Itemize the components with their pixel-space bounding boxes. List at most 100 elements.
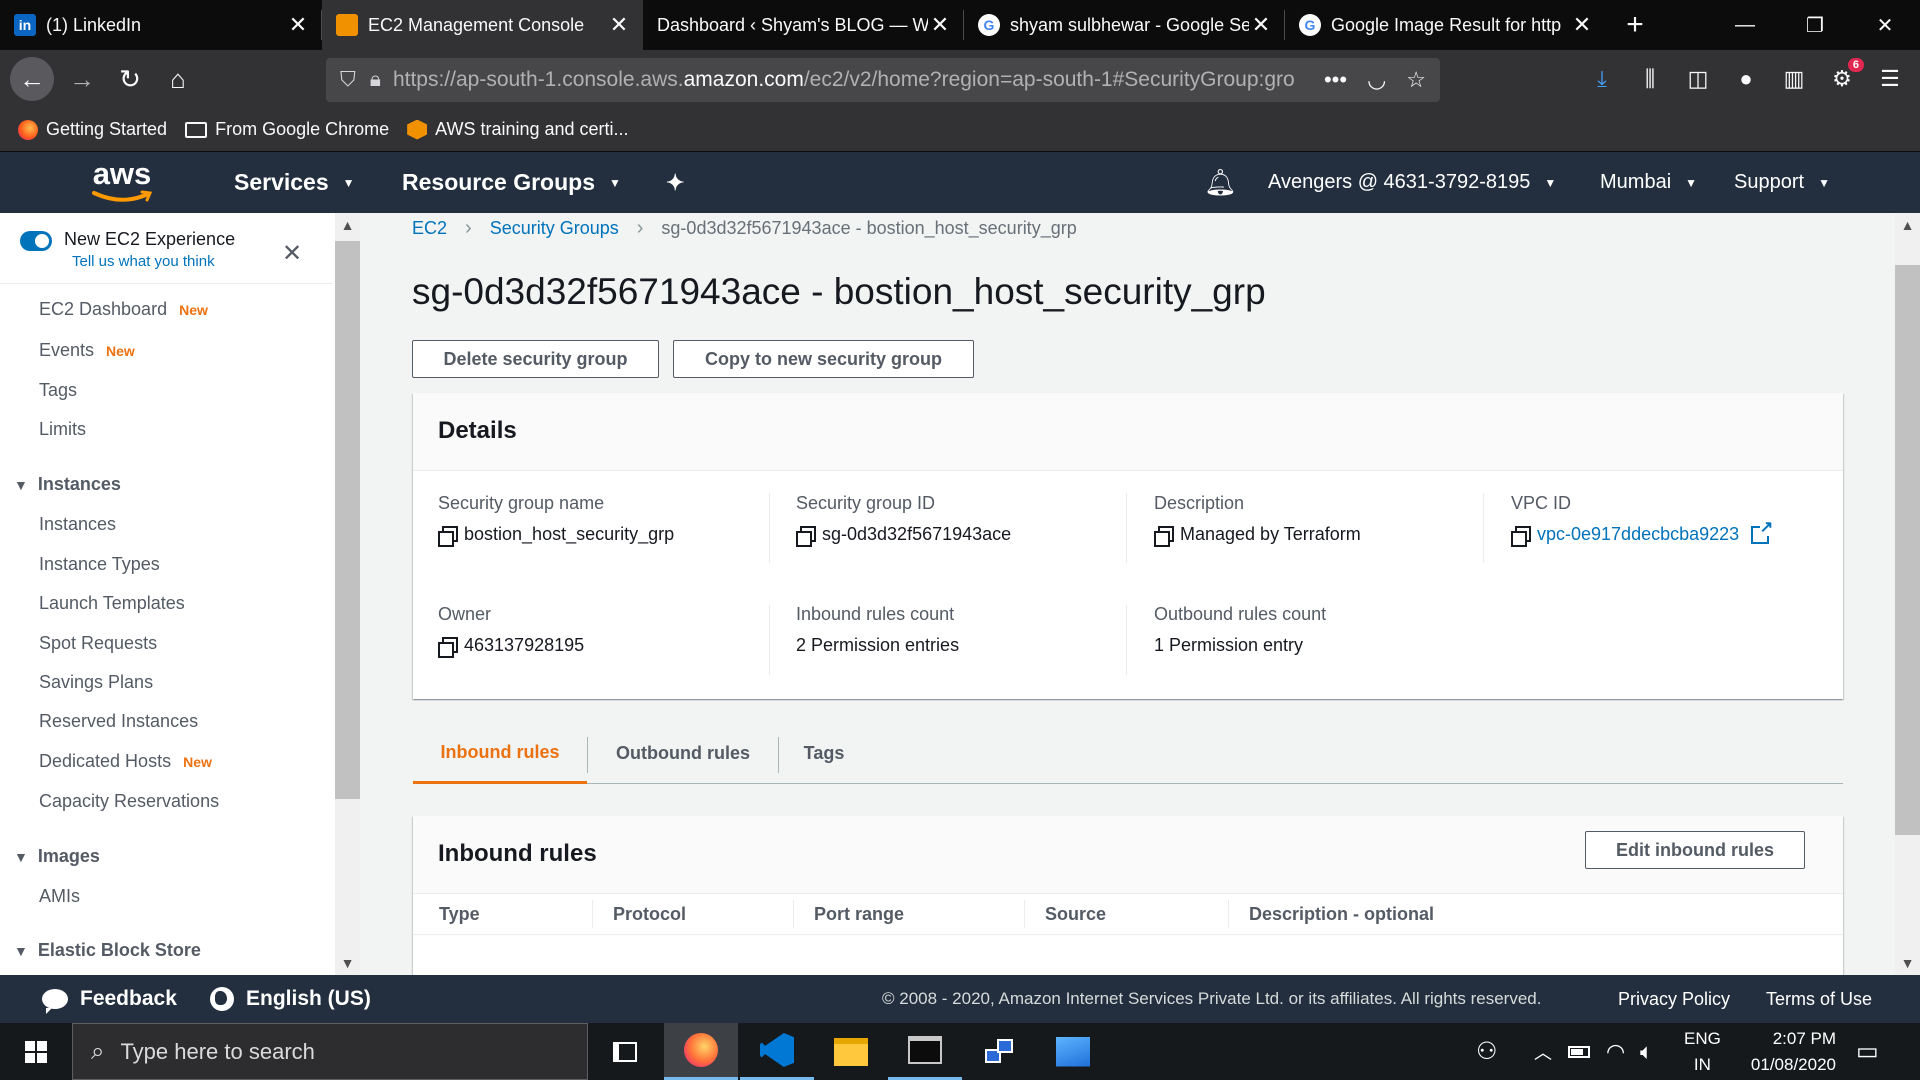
sidebar-section-images[interactable]: ▼ Images	[14, 846, 100, 867]
url-bar[interactable]: ⛉ 🔒︎ https://ap-south-1.console.aws.amaz…	[326, 58, 1440, 102]
people-icon[interactable]: ⚇	[1476, 1023, 1498, 1080]
copy-security-group-button[interactable]: Copy to new security group	[673, 340, 974, 378]
sidebar-item-events[interactable]: Events New	[39, 340, 135, 361]
extension-badge-icon[interactable]: ⚙ 6	[1818, 58, 1866, 92]
close-icon[interactable]: ✕	[286, 12, 310, 37]
browser-tab[interactable]: in (1) LinkedIn ✕	[0, 0, 322, 50]
sidebar-item-dedicated-hosts[interactable]: Dedicated Hosts New	[39, 751, 212, 772]
sidebar-section-instances[interactable]: ▼ Instances	[14, 474, 121, 495]
library-icon[interactable]: ⫼	[1626, 66, 1674, 92]
aws-logo[interactable]: aws	[90, 158, 154, 206]
bookmark-getting-started[interactable]: Getting Started	[18, 119, 167, 140]
terminal-taskbar-icon[interactable]	[888, 1023, 962, 1080]
edit-inbound-rules-button[interactable]: Edit inbound rules	[1585, 831, 1805, 869]
reload-icon[interactable]: ↻	[110, 59, 150, 99]
start-button[interactable]	[0, 1023, 72, 1080]
new-tab-button[interactable]: +	[1606, 0, 1664, 50]
close-icon[interactable]: ✕	[1249, 12, 1273, 37]
language-selector[interactable]: English (US)	[210, 987, 371, 1011]
network-app-taskbar-icon[interactable]	[962, 1023, 1036, 1080]
battery-icon[interactable]	[1568, 1023, 1590, 1080]
sidebar-item-spot-requests[interactable]: Spot Requests	[39, 633, 157, 654]
sidebar-item-capacity-reservations[interactable]: Capacity Reservations	[39, 791, 219, 812]
delete-security-group-button[interactable]: Delete security group	[412, 340, 659, 378]
account-icon[interactable]: ●	[1722, 66, 1770, 92]
copy-icon[interactable]	[1511, 525, 1531, 547]
bookmark-from-google-chrome[interactable]: From Google Chrome	[185, 119, 389, 140]
bell-icon[interactable]: 🔔︎	[1204, 152, 1237, 213]
scroll-down-icon[interactable]: ▼	[1895, 955, 1920, 971]
shield-icon[interactable]: ⛉	[340, 68, 356, 92]
page-actions-icon[interactable]: •••	[1324, 67, 1347, 93]
tab-inbound-rules[interactable]: Inbound rules	[413, 723, 587, 784]
sidebar-item-instances[interactable]: Instances	[39, 514, 116, 535]
column-header-port-range[interactable]: Port range	[814, 904, 904, 925]
scroll-down-icon[interactable]: ▼	[335, 955, 360, 971]
photos-taskbar-icon[interactable]	[1036, 1023, 1110, 1080]
browser-tab-active[interactable]: EC2 Management Console ✕	[322, 0, 643, 50]
menu-icon[interactable]: ☰	[1866, 66, 1914, 92]
close-icon[interactable]: ✕	[282, 239, 302, 268]
copy-icon[interactable]	[796, 525, 816, 547]
home-icon[interactable]: ⌂	[158, 59, 198, 99]
external-link-icon[interactable]	[1751, 519, 1774, 544]
terms-of-use-link[interactable]: Terms of Use	[1766, 989, 1872, 1010]
chevron-up-icon[interactable]: ︿	[1534, 1023, 1552, 1080]
column-header-type[interactable]: Type	[439, 904, 480, 925]
sidebar-item-ec2-dashboard[interactable]: EC2 Dashboard New	[39, 299, 208, 320]
back-arrow-icon[interactable]: ←	[10, 57, 54, 101]
region-menu[interactable]: Mumbai ▼	[1600, 152, 1697, 213]
url-text[interactable]: https://ap-south-1.console.aws.amazon.co…	[393, 68, 1310, 92]
sidebar-item-tags[interactable]: Tags	[39, 380, 77, 401]
input-language[interactable]: ENG IN	[1684, 1023, 1721, 1080]
browser-tab[interactable]: Dashboard ‹ Shyam's BLOG — W ✕	[643, 0, 964, 50]
bookmark-aws-training[interactable]: AWS training and certi...	[407, 119, 629, 140]
sidebar-item-limits[interactable]: Limits	[39, 419, 86, 440]
copy-icon[interactable]	[438, 636, 458, 658]
close-icon[interactable]: ✕	[928, 12, 952, 37]
taskbar-search[interactable]: ⌕ Type here to search	[72, 1023, 588, 1080]
bookmark-star-icon[interactable]: ☆	[1406, 67, 1426, 93]
file-explorer-taskbar-icon[interactable]	[814, 1023, 888, 1080]
account-menu[interactable]: Avengers @ 4631-3792-8195 ▼	[1268, 152, 1556, 213]
extension-icon[interactable]: ▥	[1770, 66, 1818, 92]
pocket-icon[interactable]: ◡	[1367, 67, 1386, 93]
wifi-icon[interactable]: ◠	[1606, 1023, 1625, 1080]
minimize-icon[interactable]: —	[1710, 0, 1780, 50]
column-header-source[interactable]: Source	[1045, 904, 1106, 925]
privacy-policy-link[interactable]: Privacy Policy	[1618, 989, 1730, 1010]
main-scrollbar[interactable]: ▲ ▼	[1895, 213, 1920, 975]
copy-icon[interactable]	[438, 525, 458, 547]
volume-icon[interactable]: 🔈︎	[1640, 1023, 1653, 1080]
sidebar-section-ebs[interactable]: ▼ Elastic Block Store	[14, 940, 201, 961]
support-menu[interactable]: Support ▼	[1734, 152, 1830, 213]
lock-icon[interactable]: 🔒︎	[370, 68, 381, 92]
copy-icon[interactable]	[1154, 525, 1174, 547]
feedback-button[interactable]: Feedback	[42, 987, 177, 1014]
column-header-description[interactable]: Description - optional	[1249, 904, 1434, 925]
sidebar-toggle-icon[interactable]: ◫	[1674, 66, 1722, 92]
sidebar-item-instance-types[interactable]: Instance Types	[39, 554, 160, 575]
scroll-thumb[interactable]	[335, 241, 360, 799]
sidebar-item-reserved-instances[interactable]: Reserved Instances	[39, 711, 198, 732]
vscode-taskbar-icon[interactable]	[740, 1023, 814, 1080]
sidebar-item-launch-templates[interactable]: Launch Templates	[39, 593, 185, 614]
clock[interactable]: 2:07 PM 01/08/2020	[1736, 1023, 1836, 1080]
tab-outbound-rules[interactable]: Outbound rules	[588, 723, 778, 783]
sidebar-item-savings-plans[interactable]: Savings Plans	[39, 672, 153, 693]
notification-center-icon[interactable]: ▭	[1856, 1023, 1879, 1080]
column-header-protocol[interactable]: Protocol	[613, 904, 686, 925]
browser-tab[interactable]: G Google Image Result for http ✕	[1285, 0, 1606, 50]
close-icon[interactable]: ✕	[607, 12, 631, 37]
close-window-icon[interactable]: ✕	[1850, 0, 1920, 50]
breadcrumb-ec2[interactable]: EC2	[412, 218, 447, 239]
restore-icon[interactable]: ❐	[1780, 0, 1850, 50]
scroll-thumb[interactable]	[1895, 265, 1920, 835]
download-icon[interactable]: ⤓	[1578, 66, 1626, 92]
task-view-icon[interactable]	[588, 1023, 662, 1080]
sidebar-item-amis[interactable]: AMIs	[39, 886, 80, 907]
resource-groups-menu[interactable]: Resource Groups ▼	[402, 152, 621, 213]
vpc-link[interactable]: vpc-0e917ddecbcba9223	[1537, 524, 1739, 545]
firefox-taskbar-icon[interactable]	[664, 1023, 738, 1080]
breadcrumb-security-groups[interactable]: Security Groups	[490, 218, 619, 239]
